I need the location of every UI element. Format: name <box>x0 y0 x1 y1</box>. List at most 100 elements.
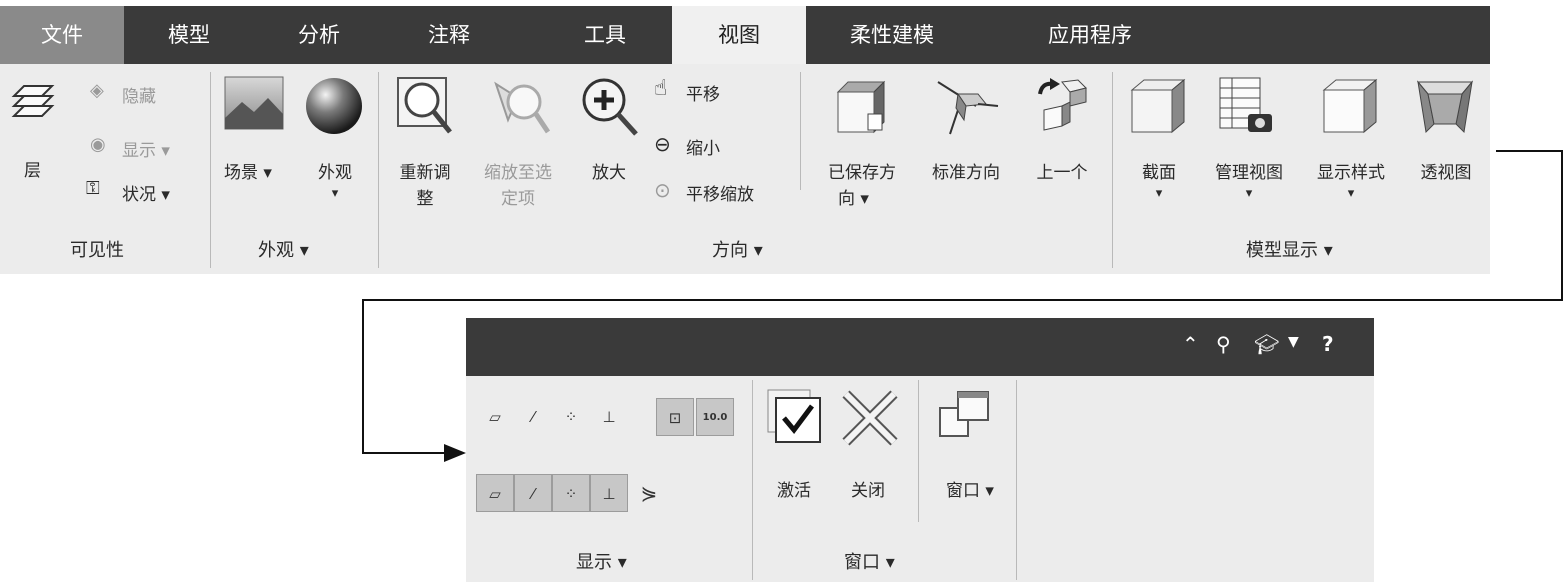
collapse-icon[interactable]: ⌃ <box>1182 332 1199 356</box>
connector-line <box>1561 150 1563 300</box>
standard-orientation-label: 标准方向 <box>932 163 1000 183</box>
separator <box>378 72 379 268</box>
sphere-icon <box>306 78 362 134</box>
previous-view-icon <box>1038 78 1087 131</box>
csys-tag-icon[interactable]: ⊥ <box>590 474 628 512</box>
perspective-button[interactable]: 透视图 <box>1406 74 1486 183</box>
refit-label-2: 整 <box>416 189 434 209</box>
graduation-cap-icon[interactable]: 🎓︎ <box>1254 332 1279 356</box>
chevron-down-icon: ▾ <box>1347 186 1355 201</box>
tab-annotate[interactable]: 注释 <box>384 6 514 64</box>
axis-display-icon[interactable]: ⁄ <box>514 398 552 436</box>
visibility-group-label: 可见性 <box>70 240 124 261</box>
windows-button[interactable]: 窗口 ▾ <box>928 384 1012 501</box>
spin-center-icon[interactable]: ⋟ <box>630 474 668 512</box>
layer-button[interactable]: 层 <box>8 78 68 188</box>
display-style-label: 显示样式 <box>1317 163 1385 183</box>
zoom-out-button[interactable]: ⊖ 缩小 <box>654 132 784 160</box>
axis-tag-icon[interactable]: ⁄ <box>514 474 552 512</box>
connector-line <box>1496 150 1562 152</box>
separator <box>1016 380 1017 580</box>
point-display-icon[interactable]: ⁘ <box>552 398 590 436</box>
zoom-to-selected-button[interactable]: 缩放至选 定项 <box>470 74 566 209</box>
zoom-out-label: 缩小 <box>686 139 720 159</box>
separator <box>210 72 211 268</box>
refit-button[interactable]: 重新调 整 <box>388 74 462 209</box>
help-icon[interactable]: ? <box>1322 332 1334 356</box>
activate-button[interactable]: 激活 <box>762 384 826 501</box>
arrow-head-icon <box>444 444 466 462</box>
search-icon[interactable]: ⚲ <box>1216 332 1231 356</box>
show-button[interactable]: ◉ 显示 ▾ <box>90 134 200 161</box>
section-label: 截面 <box>1142 163 1176 183</box>
dropdown-icon[interactable]: ▼ <box>1288 334 1299 350</box>
plane-tag-icon[interactable]: ⏥ <box>476 474 514 512</box>
manage-views-button[interactable]: 管理视图 ▾ <box>1200 74 1298 204</box>
saved-view-icon <box>836 80 886 134</box>
layer-label: 层 <box>24 161 41 181</box>
tab-analysis[interactable]: 分析 <box>254 6 384 64</box>
pan-button[interactable]: ☝ 平移 <box>654 76 784 106</box>
zoom-selected-label-2: 定项 <box>501 189 535 209</box>
status-button[interactable]: ⚿ 状况 ▾ <box>86 178 202 205</box>
pan-label: 平移 <box>686 85 720 105</box>
scene-button[interactable]: 场景 ▾ <box>220 74 292 184</box>
point-tag-icon[interactable]: ⁘ <box>552 474 590 512</box>
perspective-icon <box>1416 80 1474 134</box>
window-group-label: 窗口 ▾ <box>844 552 895 573</box>
section-icon <box>1130 78 1186 134</box>
appearance-button[interactable]: 外观 ▾ <box>300 74 370 204</box>
view-ribbon: 层 ◈ 隐藏 ◉ 显示 ▾ ⚿ 状况 ▾ 可见性 场景 ▾ 外观 ▾ 外观 ▾ <box>0 64 1490 274</box>
orientation-group-label: 方向 ▾ <box>712 240 763 261</box>
saved-orientations-label-2: 向 ▾ <box>838 189 869 209</box>
standard-orientation-button[interactable]: 标准方向 <box>918 74 1014 183</box>
pan-zoom-button[interactable]: ⊙ 平移缩放 <box>654 178 794 206</box>
zoom-out-icon: ⊖ <box>654 132 671 156</box>
landscape-icon <box>224 76 284 130</box>
refit-magnifier-icon <box>397 77 452 134</box>
connector-line <box>362 299 364 453</box>
close-icon <box>842 390 898 446</box>
eye-off-icon: ◈ <box>90 80 104 101</box>
display-style-button[interactable]: 显示样式 ▾ <box>1302 74 1400 204</box>
annotation-display-icon[interactable]: ⊡ <box>656 398 694 436</box>
activate-checkbox-icon <box>767 389 821 443</box>
plane-display-icon[interactable]: ⏥ <box>476 398 514 436</box>
tab-tools[interactable]: 工具 <box>540 6 670 64</box>
tab-model[interactable]: 模型 <box>124 6 254 64</box>
manage-views-icon <box>1219 77 1272 132</box>
tab-file[interactable]: 文件 <box>0 6 124 64</box>
hide-button[interactable]: ◈ 隐藏 <box>90 80 190 107</box>
refit-label: 重新调 <box>399 163 451 183</box>
zoom-in-icon <box>582 78 638 136</box>
status-label: 状况 ▾ <box>122 185 170 205</box>
connector-line <box>362 452 448 454</box>
show-label: 显示 ▾ <box>122 141 170 161</box>
ribbon-tab-bar: 文件 模型 分析 注释 工具 视图 柔性建模 应用程序 <box>0 6 1490 66</box>
section-button[interactable]: 截面 ▾ <box>1124 74 1194 204</box>
zoom-in-button[interactable]: 放大 <box>574 74 644 183</box>
pan-zoom-icon: ⊙ <box>654 178 671 202</box>
scene-label: 场景 ▾ <box>224 163 272 183</box>
model-display-group-label: 模型显示 ▾ <box>1246 240 1333 261</box>
separator <box>800 72 801 190</box>
display-group-label: 显示 ▾ <box>576 552 627 573</box>
windows-label: 窗口 ▾ <box>946 481 994 501</box>
separator <box>752 380 753 580</box>
separator <box>918 380 919 522</box>
csys-display-icon[interactable]: ⊥ <box>590 398 628 436</box>
chevron-down-icon: ▾ <box>1245 186 1253 201</box>
close-button[interactable]: 关闭 <box>836 384 900 501</box>
saved-orientations-button[interactable]: 已保存方 向 ▾ <box>814 74 910 209</box>
zoom-selected-label: 缩放至选 <box>484 163 552 183</box>
tab-flexible-modeling[interactable]: 柔性建模 <box>812 6 972 64</box>
tab-view[interactable]: 视图 <box>672 6 806 66</box>
zoom-selected-icon <box>494 81 550 134</box>
appearance-group-label: 外观 ▾ <box>258 240 309 261</box>
previous-view-button[interactable]: 上一个 <box>1022 74 1102 183</box>
tab-applications[interactable]: 应用程序 <box>1010 6 1170 64</box>
chevron-down-icon: ▾ <box>331 186 339 201</box>
previous-view-label: 上一个 <box>1036 163 1088 183</box>
close-label: 关闭 <box>851 481 885 501</box>
dimension-display-icon[interactable]: 10.0 <box>696 398 734 436</box>
